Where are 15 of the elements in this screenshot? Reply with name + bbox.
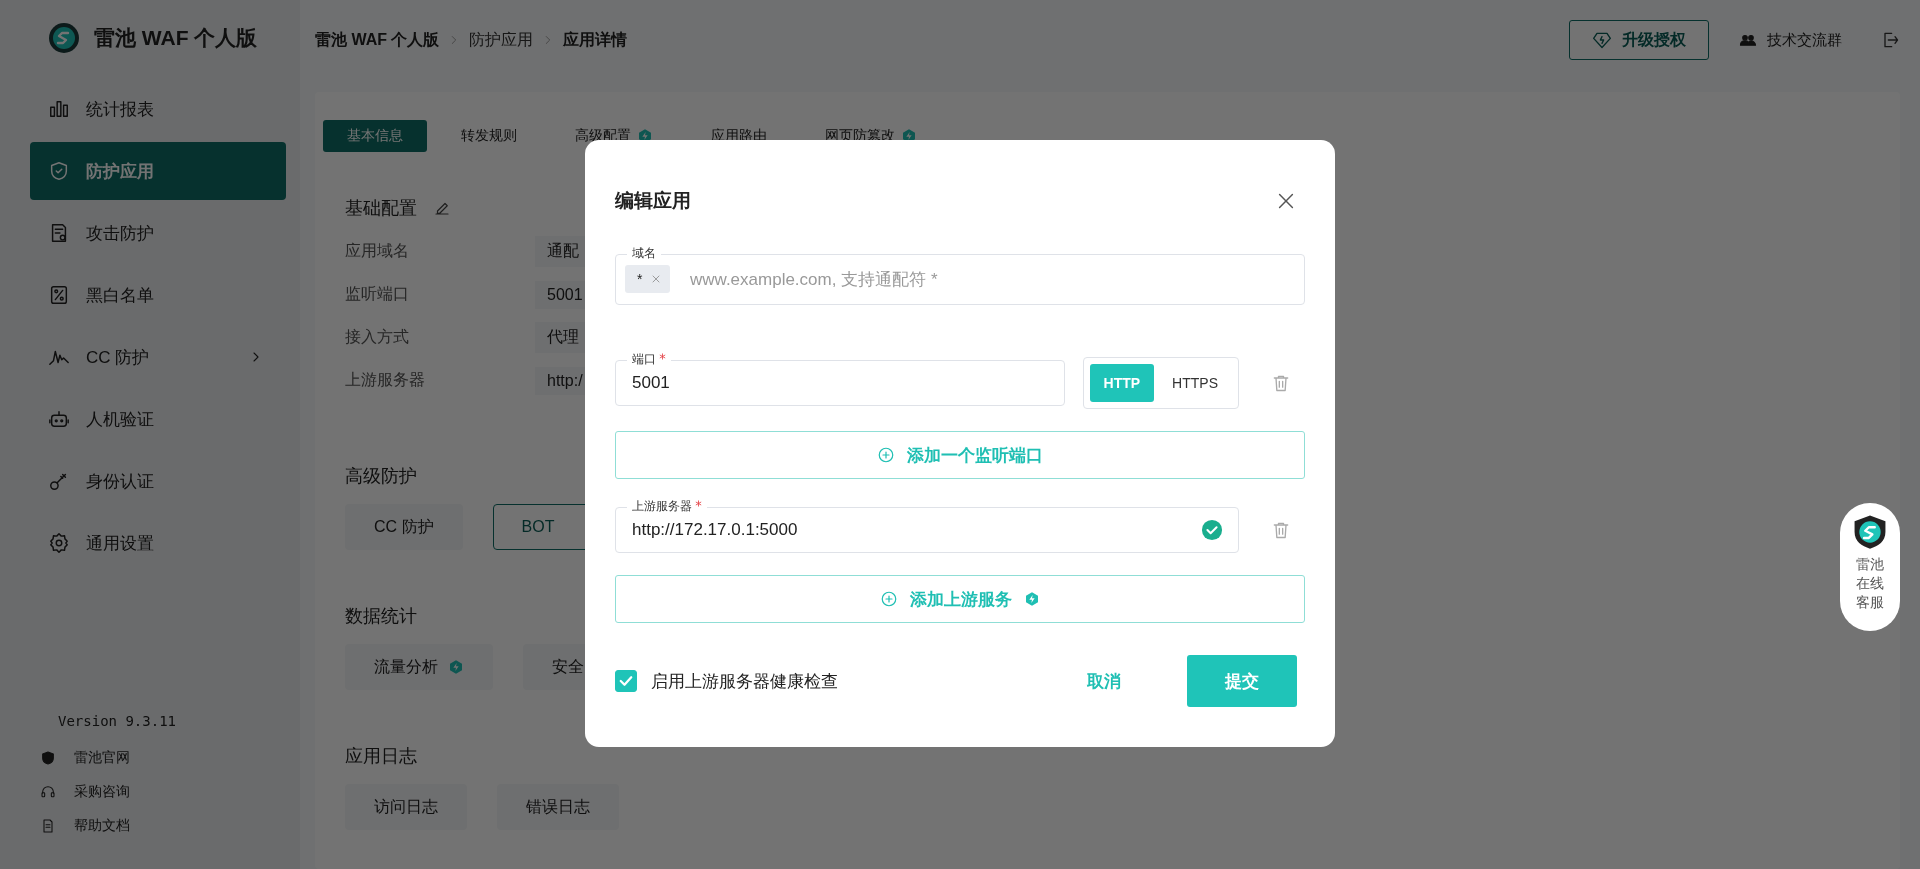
field-label: 接入方式 (345, 327, 410, 347)
section-title: 基础配置 (345, 197, 417, 220)
section-title: 数据统计 (345, 605, 417, 628)
section-title: 高级防护 (345, 465, 417, 488)
support-label: 雷池在线客服 (1856, 555, 1884, 612)
field-label: 应用域名 (345, 241, 410, 261)
version-label: Version 9.3.11 (57, 713, 177, 729)
dialog-title: 编辑应用 (615, 189, 691, 213)
field-label: 上游服务器 (345, 370, 426, 390)
field-label: 监听端口 (345, 284, 410, 304)
checkbox-label: 启用上游服务器健康检查 (651, 670, 838, 693)
section-title: 应用日志 (345, 745, 417, 768)
brand-name: 雷池 WAF 个人版 (94, 25, 258, 51)
domain-tag: * (625, 265, 671, 293)
breadcrumb-item: 应用详情 (563, 29, 628, 50)
